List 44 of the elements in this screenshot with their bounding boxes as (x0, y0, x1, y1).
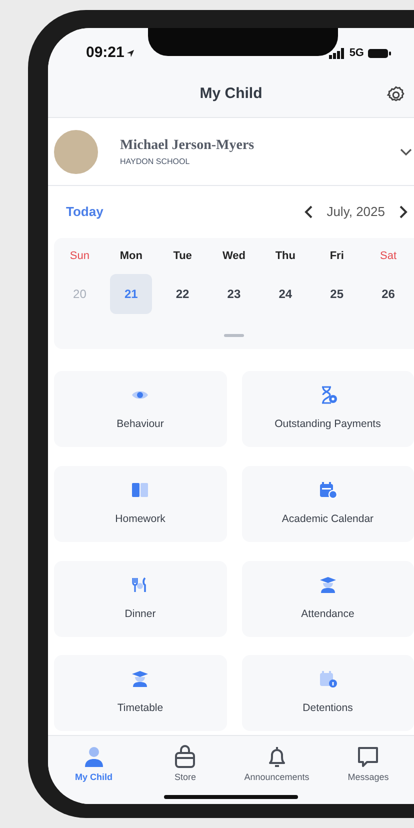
feature-tile[interactable]: Behaviour (54, 371, 226, 447)
child-name: Michael Jerson-Myers (120, 137, 256, 155)
tab-bar-item[interactable]: Messages (322, 744, 414, 784)
feature-tile[interactable]: Homework (54, 466, 226, 542)
feature-tile[interactable]: Attendance (242, 560, 414, 636)
calendar-icon (318, 480, 338, 500)
today-link[interactable]: Today (66, 202, 104, 222)
next-month-icon[interactable] (399, 205, 408, 219)
feature-tile[interactable]: Academic Calendar (242, 466, 414, 542)
status-time: 09:21 (86, 42, 124, 63)
month-label: July, 2025 (326, 203, 385, 222)
feature-tile[interactable]: Detentions (242, 655, 414, 732)
previous-month-icon[interactable] (304, 205, 313, 219)
screen-title: My Child (200, 84, 262, 104)
calendar-icon (318, 669, 338, 690)
weekday-label: Wed (222, 248, 246, 264)
date-cell[interactable]: 23 (212, 274, 255, 314)
drag-handle[interactable] (224, 334, 244, 337)
feature-tile[interactable]: Outstanding Payments (242, 371, 414, 447)
weekday-label: Fri (330, 248, 344, 264)
school-name: HAYDON SCHOOL (120, 156, 191, 168)
weekday-label: Sat (380, 248, 397, 264)
graduate-icon (318, 574, 338, 595)
feature-tile[interactable]: Dinner (54, 560, 226, 636)
tab-bar-item[interactable]: My Child (48, 744, 140, 784)
date-cell[interactable]: 26 (367, 274, 410, 314)
location-arrow-icon (126, 48, 136, 58)
chat-icon (356, 744, 380, 769)
tab-bar-item[interactable]: Announcements (231, 744, 322, 784)
graduate-icon (130, 669, 150, 690)
shopping-bag-icon (173, 744, 198, 769)
weekday-label: Mon (120, 248, 142, 264)
weekday-label: Sun (70, 248, 90, 264)
date-cell[interactable]: 25 (316, 274, 358, 314)
feature-tile[interactable]: Timetable (54, 655, 226, 732)
battery-icon (368, 48, 392, 58)
date-cell[interactable]: 22 (162, 274, 204, 314)
network-label: 5G (349, 46, 364, 61)
tab-bar-item[interactable]: Store (140, 744, 231, 784)
weekday-label: Tue (173, 248, 192, 264)
signal-icon (329, 48, 346, 58)
weekday-label: Thu (275, 248, 296, 264)
chevron-down-icon[interactable] (400, 148, 412, 156)
date-cell[interactable]: 24 (264, 274, 306, 314)
